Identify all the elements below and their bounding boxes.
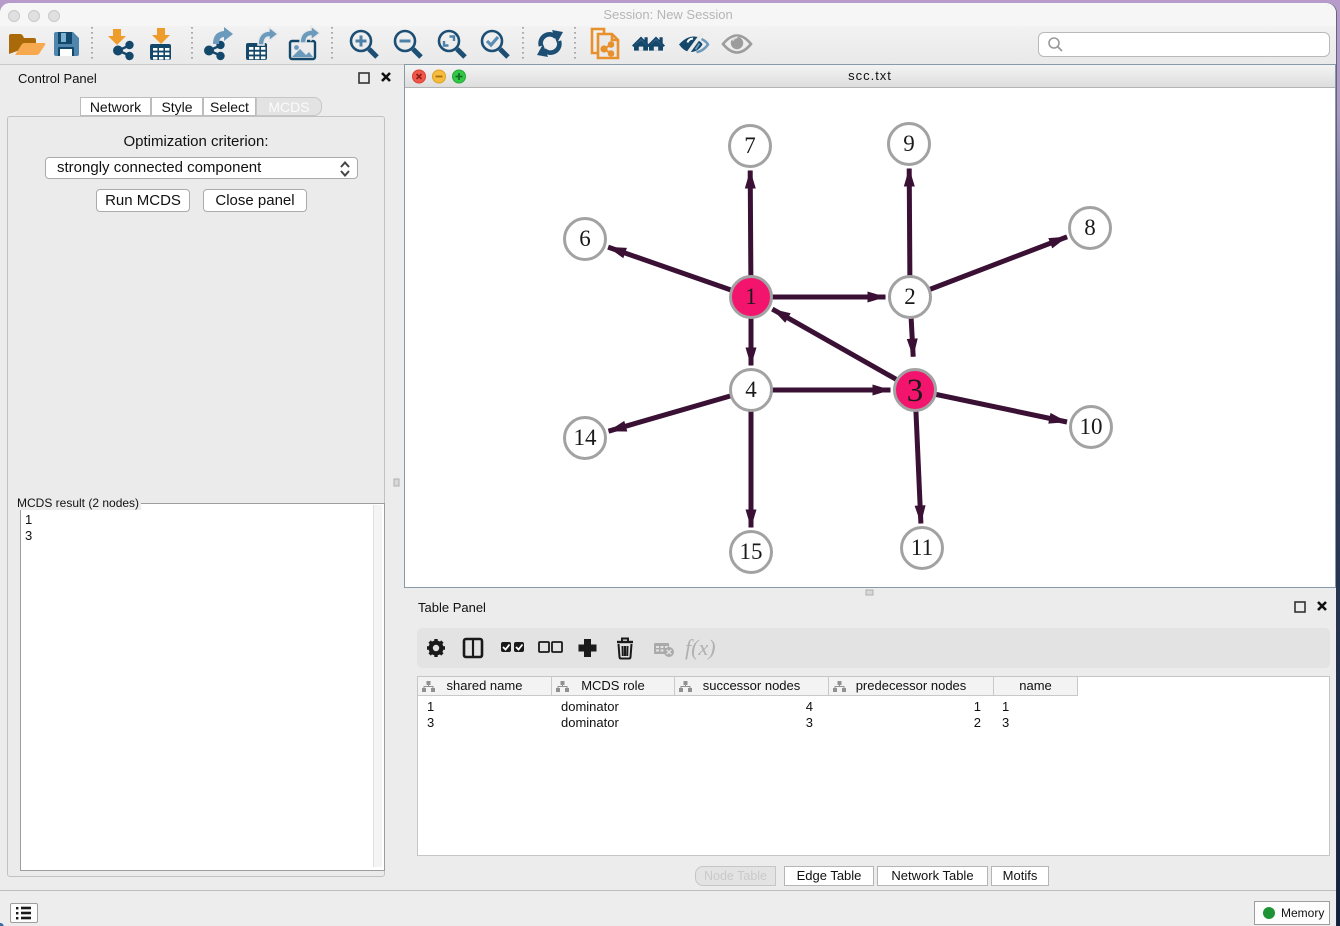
svg-text:4: 4 bbox=[745, 377, 757, 402]
svg-text:15: 15 bbox=[740, 539, 763, 564]
svg-text:f(x): f(x) bbox=[685, 635, 716, 660]
svg-text:10: 10 bbox=[1080, 414, 1103, 439]
svg-text:7: 7 bbox=[744, 133, 756, 158]
svg-text:3: 3 bbox=[907, 373, 924, 409]
svg-text:9: 9 bbox=[903, 131, 915, 156]
svg-text:11: 11 bbox=[911, 535, 933, 560]
svg-text:2: 2 bbox=[904, 284, 916, 309]
svg-text:1: 1 bbox=[745, 284, 757, 309]
svg-text:6: 6 bbox=[579, 226, 591, 251]
svg-text:14: 14 bbox=[574, 425, 598, 450]
svg-text:8: 8 bbox=[1084, 215, 1096, 240]
